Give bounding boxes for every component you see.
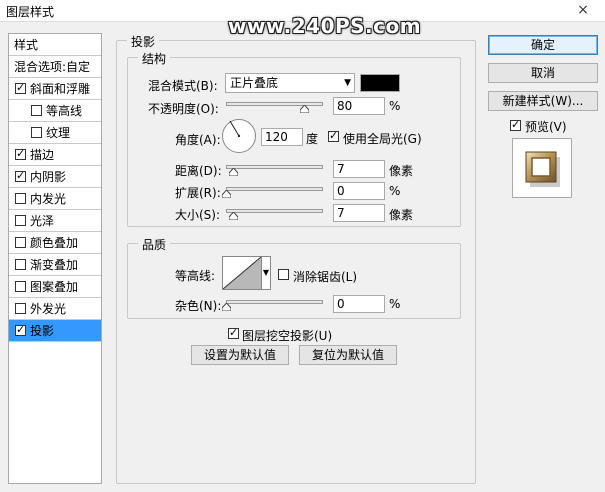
noise-input[interactable]: 0 bbox=[333, 295, 385, 313]
style-item-inner-glow[interactable]: 内发光 bbox=[9, 188, 101, 210]
angle-unit: 度 bbox=[306, 132, 319, 146]
style-item-stroke[interactable]: 描边 bbox=[9, 144, 101, 166]
make-default-button[interactable]: 设置为默认值 bbox=[191, 345, 289, 365]
quality-title: 品质 bbox=[138, 236, 171, 253]
contour-checkbox[interactable] bbox=[31, 105, 42, 116]
blend-mode-select[interactable]: 正片叠底 ▼ bbox=[225, 73, 355, 93]
distance-input[interactable]: 7 bbox=[333, 160, 385, 178]
global-light-checkbox[interactable] bbox=[328, 129, 339, 143]
style-item-outer-glow[interactable]: 外发光 bbox=[9, 298, 101, 320]
style-list: 样式 混合选项:自定 斜面和浮雕 等高线 纹理 描边 内阴影 内发光 光泽 颜色… bbox=[8, 33, 102, 484]
reset-default-button[interactable]: 复位为默认值 bbox=[299, 345, 397, 365]
style-item-drop-shadow[interactable]: 投影 bbox=[9, 320, 101, 342]
size-slider-thumb[interactable] bbox=[229, 212, 238, 220]
style-item-inner-shadow[interactable]: 内阴影 bbox=[9, 166, 101, 188]
knockout-label: 图层挖空投影(U) bbox=[242, 329, 333, 343]
contour-picker[interactable] bbox=[222, 256, 262, 290]
spread-input[interactable]: 0 bbox=[333, 182, 385, 200]
angle-dial[interactable] bbox=[222, 119, 256, 153]
inner-glow-checkbox[interactable] bbox=[15, 193, 26, 204]
knockout-checkbox[interactable] bbox=[228, 326, 239, 340]
spread-slider-thumb[interactable] bbox=[222, 190, 231, 198]
opacity-unit: % bbox=[389, 99, 401, 113]
contour-dropdown-arrow[interactable]: ▼ bbox=[262, 256, 271, 290]
shadow-color-swatch[interactable] bbox=[360, 74, 400, 92]
preview-label: 预览(V) bbox=[525, 120, 567, 134]
chevron-down-icon: ▼ bbox=[344, 78, 351, 88]
color-overlay-checkbox[interactable] bbox=[15, 237, 26, 248]
ok-button[interactable]: 确定 bbox=[488, 35, 598, 55]
angle-label: 角度(A): bbox=[175, 133, 221, 147]
size-unit: 像素 bbox=[389, 208, 414, 222]
contour-label: 等高线: bbox=[175, 269, 216, 283]
blend-options-item[interactable]: 混合选项:自定 bbox=[9, 56, 101, 78]
structure-title: 结构 bbox=[138, 50, 171, 67]
global-light-label: 使用全局光(G) bbox=[343, 132, 422, 146]
spread-slider[interactable] bbox=[226, 187, 323, 191]
style-item-color-overlay[interactable]: 颜色叠加 bbox=[9, 232, 101, 254]
pattern-overlay-checkbox[interactable] bbox=[15, 281, 26, 292]
style-item-gradient-overlay[interactable]: 渐变叠加 bbox=[9, 254, 101, 276]
distance-label: 距离(D): bbox=[175, 164, 222, 178]
window-title: 图层样式 bbox=[6, 5, 55, 19]
satin-checkbox[interactable] bbox=[15, 215, 26, 226]
noise-slider[interactable] bbox=[226, 300, 323, 304]
size-input[interactable]: 7 bbox=[333, 204, 385, 222]
noise-unit: % bbox=[389, 297, 401, 311]
gradient-overlay-checkbox[interactable] bbox=[15, 259, 26, 270]
watermark-text: www.240PS.com bbox=[228, 14, 422, 38]
drop-shadow-title: 投影 bbox=[127, 33, 160, 50]
chevron-down-icon: ▼ bbox=[262, 268, 270, 277]
inner-shadow-checkbox[interactable] bbox=[15, 169, 26, 183]
spread-unit: % bbox=[389, 184, 401, 198]
noise-label: 杂色(N): bbox=[175, 299, 222, 313]
antialias-checkbox[interactable] bbox=[278, 269, 289, 280]
style-item-pattern-overlay[interactable]: 图案叠加 bbox=[9, 276, 101, 298]
stroke-checkbox[interactable] bbox=[15, 147, 26, 161]
preview-checkbox[interactable] bbox=[510, 118, 521, 132]
style-item-texture[interactable]: 纹理 bbox=[9, 122, 101, 144]
cancel-button[interactable]: 取消 bbox=[488, 63, 598, 83]
opacity-input[interactable]: 80 bbox=[333, 97, 385, 115]
style-item-satin[interactable]: 光泽 bbox=[9, 210, 101, 232]
spread-label: 扩展(R): bbox=[175, 186, 221, 200]
size-label: 大小(S): bbox=[175, 208, 221, 222]
distance-slider-thumb[interactable] bbox=[229, 168, 238, 176]
new-style-button[interactable]: 新建样式(W)... bbox=[488, 91, 598, 111]
style-item-bevel-emboss[interactable]: 斜面和浮雕 bbox=[9, 78, 101, 100]
texture-checkbox[interactable] bbox=[31, 127, 42, 138]
noise-slider-thumb[interactable] bbox=[222, 303, 231, 311]
angle-input[interactable]: 120 bbox=[261, 128, 303, 146]
distance-unit: 像素 bbox=[389, 164, 414, 178]
distance-slider[interactable] bbox=[226, 165, 323, 169]
opacity-label: 不透明度(O): bbox=[148, 102, 219, 116]
style-item-contour[interactable]: 等高线 bbox=[9, 100, 101, 122]
size-slider[interactable] bbox=[226, 209, 323, 213]
style-preview-thumbnail bbox=[512, 138, 572, 198]
opacity-slider-thumb[interactable] bbox=[300, 105, 309, 113]
bevel-emboss-checkbox[interactable] bbox=[15, 81, 26, 95]
drop-shadow-checkbox[interactable] bbox=[15, 323, 26, 337]
antialias-label: 消除锯齿(L) bbox=[293, 270, 358, 284]
blend-mode-label: 混合模式(B): bbox=[148, 79, 218, 93]
close-icon[interactable]: × bbox=[575, 2, 591, 18]
outer-glow-checkbox[interactable] bbox=[15, 303, 26, 314]
style-list-header: 样式 bbox=[9, 34, 101, 56]
